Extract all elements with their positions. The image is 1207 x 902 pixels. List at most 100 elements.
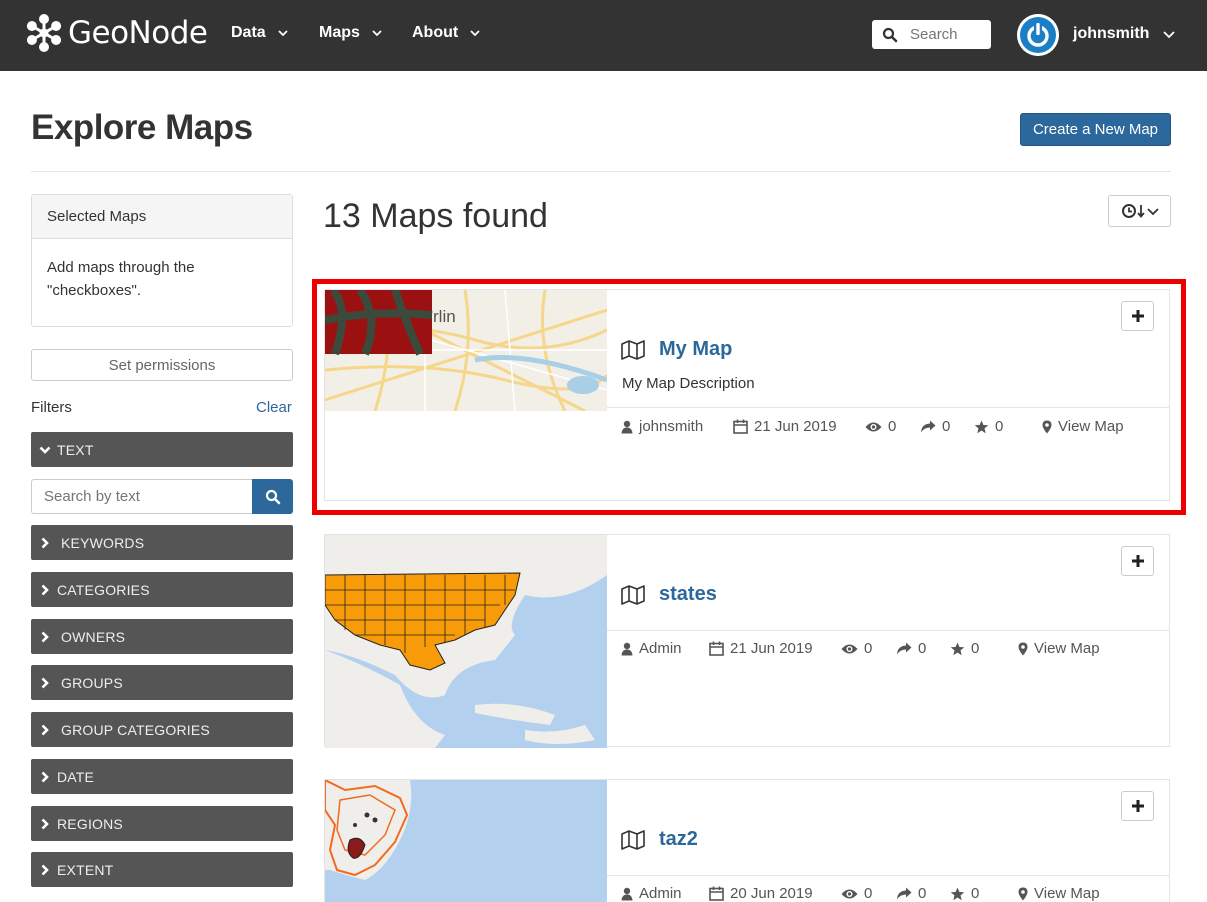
add-to-selection-button[interactable]	[1121, 791, 1154, 821]
share-icon	[897, 887, 912, 900]
eye-icon	[865, 422, 882, 431]
meta-views: 0	[841, 885, 896, 902]
user-avatar-icon[interactable]	[1017, 14, 1059, 56]
view-map-text: View Map	[1034, 640, 1100, 657]
add-to-selection-button[interactable]	[1121, 546, 1154, 576]
chevron-down-icon	[1163, 31, 1176, 39]
card-divider	[607, 630, 1170, 631]
filter-extent[interactable]: EXTENT	[31, 852, 293, 887]
meta-date-text: 21 Jun 2019	[730, 640, 813, 657]
meta-views-count: 0	[864, 885, 873, 902]
filter-regions[interactable]: REGIONS	[31, 806, 293, 841]
navbar-search[interactable]	[872, 20, 991, 49]
map-marker-icon	[1042, 420, 1052, 433]
sort-dropdown[interactable]	[1108, 195, 1171, 227]
map-thumbnail[interactable]	[325, 535, 607, 748]
plus-icon	[1131, 310, 1144, 322]
chevron-right-icon	[41, 724, 49, 735]
plus-icon	[1131, 800, 1144, 812]
filter-label: REGIONS	[57, 815, 123, 832]
share-icon	[897, 642, 912, 655]
meta-views-count: 0	[888, 418, 897, 435]
map-title-link[interactable]: states	[659, 583, 717, 606]
filter-label: DATE	[57, 768, 95, 785]
create-map-button[interactable]: Create a New Map	[1020, 113, 1171, 146]
filters-label: Filters	[31, 399, 72, 416]
map-thumbnail-image	[325, 780, 607, 902]
meta-owner[interactable]: johnsmith	[621, 418, 733, 435]
filter-date[interactable]: DATE	[31, 759, 293, 794]
meta-owner-name: johnsmith	[639, 418, 704, 435]
meta-shares-count: 0	[918, 885, 927, 902]
clock-icon	[1121, 204, 1136, 218]
text-search-button[interactable]	[252, 479, 293, 514]
filter-keywords[interactable]: KEYWORDS	[31, 525, 293, 560]
filter-label: EXTENT	[57, 861, 114, 878]
map-title-link[interactable]: My Map	[659, 338, 732, 361]
filter-groups[interactable]: GROUPS	[31, 665, 293, 700]
meta-shares-count: 0	[918, 640, 927, 657]
text-search-input[interactable]	[31, 479, 253, 514]
map-meta: Admin 21 Jun 2019 0 0 0 View Map	[621, 640, 1100, 657]
filter-group-categories[interactable]: GROUP CATEGORIES	[31, 712, 293, 747]
filter-categories[interactable]: CATEGORIES	[31, 572, 293, 607]
map-thumbnail[interactable]: rlin	[325, 290, 607, 411]
nav-maps-menu[interactable]: Maps	[319, 24, 382, 42]
meta-rating-count: 0	[971, 640, 980, 657]
meta-owner[interactable]: Admin	[621, 640, 709, 657]
user-icon	[621, 420, 633, 433]
navbar: GeoNode Data Maps About johnsmith	[0, 0, 1207, 71]
add-to-selection-button[interactable]	[1121, 301, 1154, 331]
chevron-right-icon	[41, 584, 49, 595]
user-menu[interactable]: johnsmith	[1073, 25, 1176, 43]
search-icon	[882, 27, 898, 42]
star-icon	[950, 887, 965, 900]
selected-maps-text-line2: "checkboxes".	[47, 282, 142, 299]
navbar-search-input[interactable]	[910, 26, 990, 43]
chevron-right-icon	[41, 631, 49, 642]
chevron-down-icon	[372, 30, 382, 37]
map-icon	[621, 339, 645, 360]
map-thumbnail[interactable]	[325, 780, 607, 902]
map-card: rlin My Map My Map Description johnsmith…	[324, 289, 1170, 501]
nav-about-label: About	[412, 24, 459, 41]
map-marker-icon	[1018, 642, 1028, 655]
map-title-link[interactable]: taz2	[659, 828, 698, 851]
calendar-icon	[709, 886, 724, 901]
meta-date: 20 Jun 2019	[709, 885, 841, 902]
view-map-link[interactable]: View Map	[1018, 640, 1100, 657]
meta-shares: 0	[896, 885, 950, 902]
brand[interactable]: GeoNode	[24, 11, 208, 55]
divider	[31, 171, 1171, 172]
meta-rating-count: 0	[971, 885, 980, 902]
selected-maps-panel: Selected Maps Add maps through the "chec…	[31, 194, 293, 327]
card-divider	[607, 407, 1170, 408]
chevron-right-icon	[41, 818, 49, 829]
search-icon	[265, 489, 280, 504]
meta-date: 21 Jun 2019	[709, 640, 841, 657]
filter-text[interactable]: TEXT	[31, 432, 293, 467]
map-title-row: states	[621, 583, 717, 606]
meta-owner[interactable]: Admin	[621, 885, 709, 902]
user-icon	[621, 887, 633, 900]
meta-rating-count: 0	[995, 418, 1004, 435]
chevron-right-icon	[41, 864, 49, 875]
chevron-right-icon	[41, 771, 49, 782]
view-map-link[interactable]: View Map	[1018, 885, 1100, 902]
map-title-row: My Map	[621, 338, 732, 361]
meta-date: 21 Jun 2019	[733, 418, 865, 435]
filter-owners[interactable]: OWNERS	[31, 619, 293, 654]
nav-data-menu[interactable]: Data	[231, 24, 288, 42]
nav-data-label: Data	[231, 24, 266, 41]
meta-views-count: 0	[864, 640, 873, 657]
username-label: johnsmith	[1073, 25, 1150, 42]
thumbnail-label: rlin	[433, 307, 456, 326]
meta-views: 0	[865, 418, 920, 435]
map-description: My Map Description	[622, 375, 755, 392]
meta-date-text: 20 Jun 2019	[730, 885, 813, 902]
nav-about-menu[interactable]: About	[412, 24, 480, 42]
filter-label: TEXT	[57, 441, 94, 458]
set-permissions-button[interactable]: Set permissions	[31, 349, 293, 381]
clear-filters-link[interactable]: Clear	[256, 399, 292, 416]
view-map-link[interactable]: View Map	[1042, 418, 1124, 435]
